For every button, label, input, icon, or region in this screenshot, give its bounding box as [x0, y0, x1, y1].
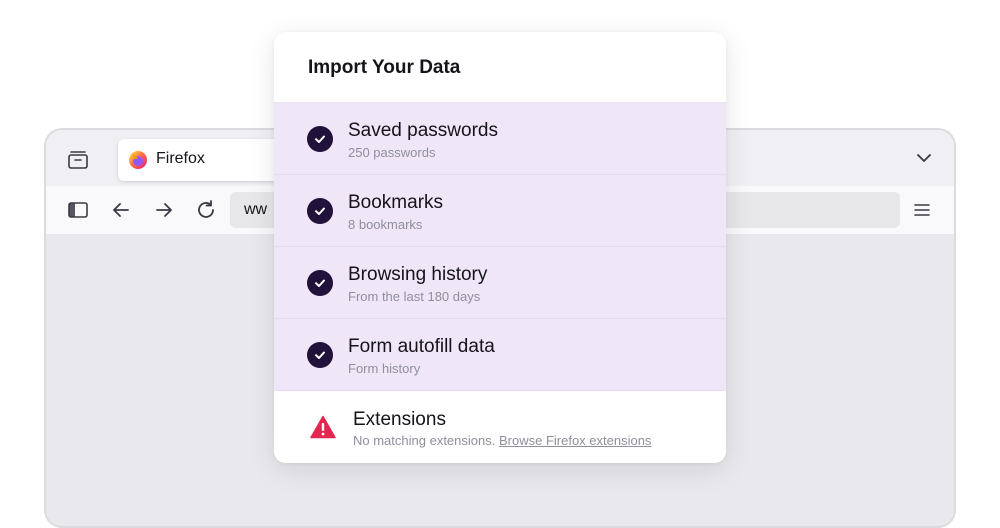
forward-arrow-icon [156, 203, 172, 217]
reload-icon [198, 200, 214, 218]
item-description: From the last 180 days [348, 289, 481, 304]
firefox-logo-icon [129, 151, 147, 169]
app-menu-button[interactable] [908, 196, 936, 224]
extensions-status-text: No matching extensions. [353, 433, 496, 448]
browse-extensions-link[interactable]: Browse Firefox extensions [499, 433, 651, 448]
reload-button[interactable] [192, 196, 220, 224]
url-text: ww [244, 201, 268, 218]
import-item-extensions: Extensions No matching extensions. Brows… [274, 391, 726, 463]
sidebar-icon [68, 202, 88, 218]
item-label: Form autofill data [348, 336, 495, 357]
checkmark-icon[interactable] [307, 126, 333, 152]
tab-list-button[interactable] [64, 146, 92, 174]
item-label: Saved passwords [348, 120, 498, 141]
item-label: Extensions [353, 409, 446, 430]
import-item-bookmarks[interactable]: Bookmarks 8 bookmarks [274, 175, 726, 247]
import-data-panel: Import Your Data Saved passwords 250 pas… [274, 32, 726, 463]
back-button[interactable] [107, 196, 135, 224]
forward-button[interactable] [150, 196, 178, 224]
back-arrow-icon [113, 203, 129, 217]
panel-title: Import Your Data [308, 57, 461, 78]
item-label: Browsing history [348, 264, 488, 285]
item-description: 8 bookmarks [348, 217, 423, 232]
item-description: No matching extensions. Browse Firefox e… [353, 433, 651, 448]
panel-header: Import Your Data [274, 32, 726, 103]
chevron-down-icon[interactable] [914, 148, 934, 168]
tab-list-icon [68, 151, 88, 169]
warning-triangle-icon [310, 415, 336, 439]
import-item-saved-passwords[interactable]: Saved passwords 250 passwords [274, 103, 726, 175]
item-label: Bookmarks [348, 192, 444, 213]
sidebar-button[interactable] [64, 196, 92, 224]
checkmark-icon[interactable] [307, 342, 333, 368]
checkmark-icon[interactable] [307, 270, 333, 296]
item-description: 250 passwords [348, 145, 436, 160]
hamburger-menu-icon [914, 204, 930, 216]
tab-title: Firefox [156, 150, 205, 167]
item-description: Form history [348, 361, 421, 376]
import-item-form-autofill[interactable]: Form autofill data Form history [274, 319, 726, 391]
checkmark-icon[interactable] [307, 198, 333, 224]
import-item-browsing-history[interactable]: Browsing history From the last 180 days [274, 247, 726, 319]
